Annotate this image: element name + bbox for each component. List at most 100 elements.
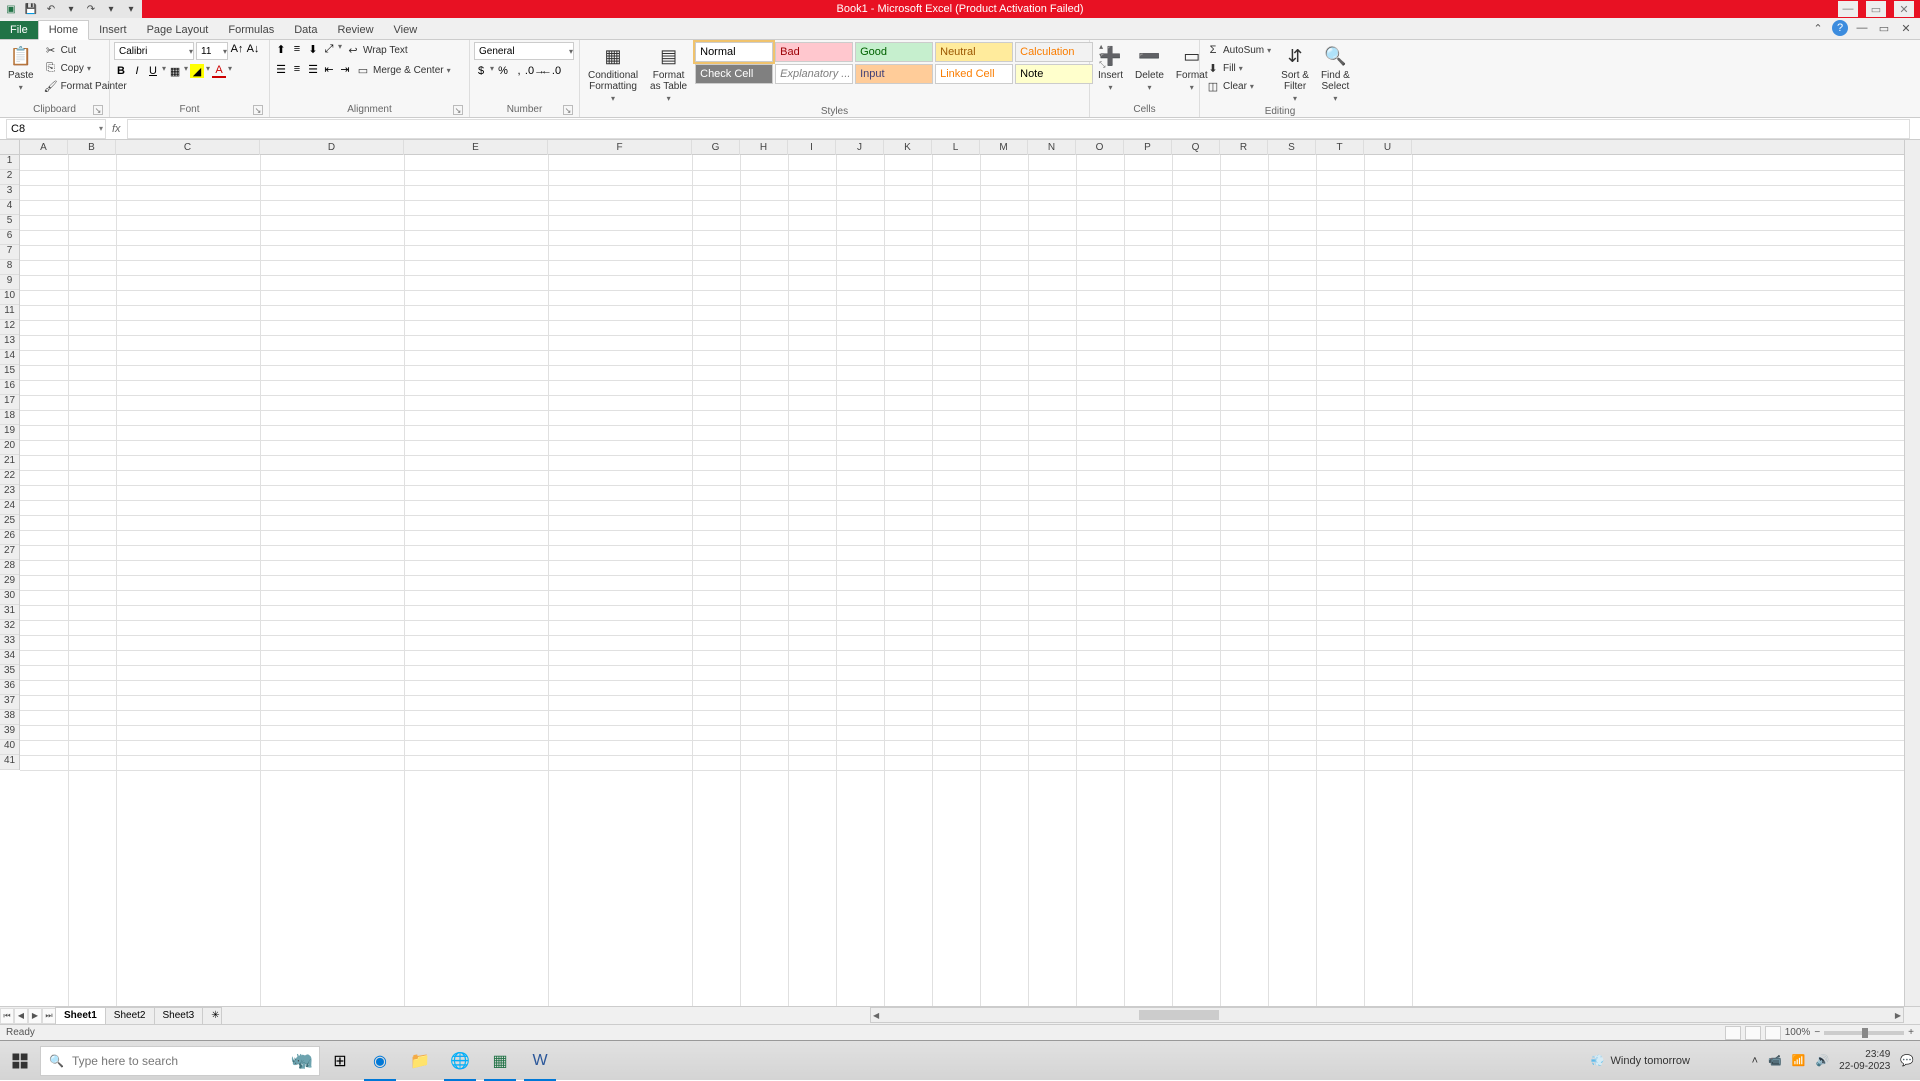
row-header-11[interactable]: 11: [0, 305, 19, 320]
cells-grid[interactable]: [20, 155, 1904, 1006]
sheet-nav-next-icon[interactable]: ▶: [28, 1008, 42, 1024]
delete-cells-button[interactable]: ➖Delete▾: [1131, 42, 1168, 94]
help-icon[interactable]: ?: [1832, 20, 1848, 36]
decrease-font-icon[interactable]: A↓: [246, 42, 260, 56]
column-header-M[interactable]: M: [980, 140, 1028, 155]
zoom-slider[interactable]: [1824, 1031, 1904, 1035]
formula-input[interactable]: [127, 119, 1910, 139]
vertical-scrollbar[interactable]: [1904, 140, 1920, 1006]
find-select-button[interactable]: 🔍Find & Select▾: [1317, 42, 1354, 105]
clock[interactable]: 23:49 22-09-2023: [1839, 1049, 1890, 1073]
column-header-Q[interactable]: Q: [1172, 140, 1220, 155]
underline-button[interactable]: U: [146, 64, 160, 78]
number-format-combo[interactable]: General▾: [474, 42, 574, 60]
paste-button[interactable]: 📋 Paste ▾: [4, 42, 38, 94]
name-box-dropdown-icon[interactable]: ▾: [99, 124, 103, 133]
column-header-F[interactable]: F: [548, 140, 692, 155]
name-box[interactable]: C8▾: [6, 119, 106, 139]
insert-cells-button[interactable]: ➕Insert▾: [1094, 42, 1127, 94]
column-header-H[interactable]: H: [740, 140, 788, 155]
fill-color-button[interactable]: ◢: [190, 64, 204, 78]
undo-dropdown[interactable]: ▾: [62, 1, 80, 17]
column-header-A[interactable]: A: [20, 140, 68, 155]
style-cell-calculation[interactable]: Calculation: [1015, 42, 1093, 62]
row-header-34[interactable]: 34: [0, 650, 19, 665]
sort-filter-button[interactable]: ⇵Sort & Filter▾: [1277, 42, 1313, 105]
row-header-30[interactable]: 30: [0, 590, 19, 605]
column-header-E[interactable]: E: [404, 140, 548, 155]
start-button[interactable]: [0, 1041, 40, 1081]
increase-indent-icon[interactable]: ⇥: [338, 62, 352, 76]
excel-icon[interactable]: ▣: [2, 1, 20, 17]
zoom-in-button[interactable]: +: [1908, 1027, 1914, 1038]
comma-format-icon[interactable]: ,: [512, 64, 526, 78]
row-header-15[interactable]: 15: [0, 365, 19, 380]
style-cell-check-cell[interactable]: Check Cell: [695, 64, 773, 84]
sheet-tab-1[interactable]: Sheet1: [55, 1007, 106, 1024]
style-cell-explanatory-[interactable]: Explanatory ...: [775, 64, 853, 84]
chrome-taskbar-icon[interactable]: 🌐: [440, 1041, 480, 1081]
column-header-O[interactable]: O: [1076, 140, 1124, 155]
file-explorer-taskbar-icon[interactable]: 📁: [400, 1041, 440, 1081]
zoom-out-button[interactable]: −: [1814, 1027, 1820, 1038]
italic-button[interactable]: I: [130, 64, 144, 78]
qat-customize[interactable]: ▾: [122, 1, 140, 17]
autosum-button[interactable]: ΣAutoSum▾: [1204, 42, 1273, 58]
normal-view-button[interactable]: [1725, 1026, 1741, 1040]
align-top-icon[interactable]: ⬆: [274, 42, 288, 56]
task-view-button[interactable]: ⊞: [320, 1041, 360, 1081]
row-header-17[interactable]: 17: [0, 395, 19, 410]
tray-chevron-icon[interactable]: ˄: [1752, 1055, 1758, 1067]
select-all-corner[interactable]: [0, 140, 20, 155]
clear-button[interactable]: ◫Clear▾: [1204, 78, 1273, 94]
column-header-J[interactable]: J: [836, 140, 884, 155]
conditional-formatting-button[interactable]: ▦Conditional Formatting▾: [584, 42, 642, 105]
row-header-24[interactable]: 24: [0, 500, 19, 515]
window-minimize-icon[interactable]: —: [1854, 20, 1870, 36]
column-header-B[interactable]: B: [68, 140, 116, 155]
column-header-N[interactable]: N: [1028, 140, 1076, 155]
style-cell-normal[interactable]: Normal: [695, 42, 773, 62]
column-header-G[interactable]: G: [692, 140, 740, 155]
sheet-tab-3[interactable]: Sheet3: [154, 1007, 204, 1024]
column-header-C[interactable]: C: [116, 140, 260, 155]
row-header-38[interactable]: 38: [0, 710, 19, 725]
row-header-14[interactable]: 14: [0, 350, 19, 365]
row-header-5[interactable]: 5: [0, 215, 19, 230]
row-header-27[interactable]: 27: [0, 545, 19, 560]
row-header-25[interactable]: 25: [0, 515, 19, 530]
excel-taskbar-icon[interactable]: ▦: [480, 1041, 520, 1081]
minimize-button[interactable]: —: [1838, 1, 1858, 17]
tab-file[interactable]: File: [0, 21, 38, 39]
decrease-decimal-icon[interactable]: ←.0: [544, 64, 558, 78]
style-cell-linked-cell[interactable]: Linked Cell: [935, 64, 1013, 84]
row-header-16[interactable]: 16: [0, 380, 19, 395]
row-header-8[interactable]: 8: [0, 260, 19, 275]
align-bottom-icon[interactable]: ⬇: [306, 42, 320, 56]
format-as-table-button[interactable]: ▤Format as Table▾: [646, 42, 691, 105]
row-header-39[interactable]: 39: [0, 725, 19, 740]
borders-button[interactable]: ▦: [168, 64, 182, 78]
notifications-icon[interactable]: 💬: [1900, 1054, 1914, 1067]
tab-page-layout[interactable]: Page Layout: [137, 21, 219, 39]
row-header-32[interactable]: 32: [0, 620, 19, 635]
fx-icon[interactable]: fx: [112, 123, 121, 135]
style-cell-note[interactable]: Note: [1015, 64, 1093, 84]
tab-formulas[interactable]: Formulas: [218, 21, 284, 39]
close-button[interactable]: ✕: [1894, 1, 1914, 17]
row-header-20[interactable]: 20: [0, 440, 19, 455]
clipboard-dialog-icon[interactable]: ↘: [93, 105, 103, 115]
save-button[interactable]: 💾: [22, 1, 40, 17]
wrap-text-button[interactable]: ↩Wrap Text: [344, 42, 410, 58]
column-header-L[interactable]: L: [932, 140, 980, 155]
sheet-nav-first-icon[interactable]: ⏮: [0, 1008, 14, 1024]
row-header-1[interactable]: 1: [0, 155, 19, 170]
row-header-31[interactable]: 31: [0, 605, 19, 620]
row-header-35[interactable]: 35: [0, 665, 19, 680]
weather-widget[interactable]: 💨 Windy tomorrow: [1591, 1054, 1690, 1067]
accounting-format-icon[interactable]: $: [474, 64, 488, 78]
horizontal-scrollbar[interactable]: ◀ ▶: [870, 1007, 1904, 1023]
row-header-26[interactable]: 26: [0, 530, 19, 545]
paste-dropdown-icon[interactable]: ▾: [19, 83, 23, 92]
search-input[interactable]: 🔍 Type here to search 🦏: [40, 1046, 320, 1076]
